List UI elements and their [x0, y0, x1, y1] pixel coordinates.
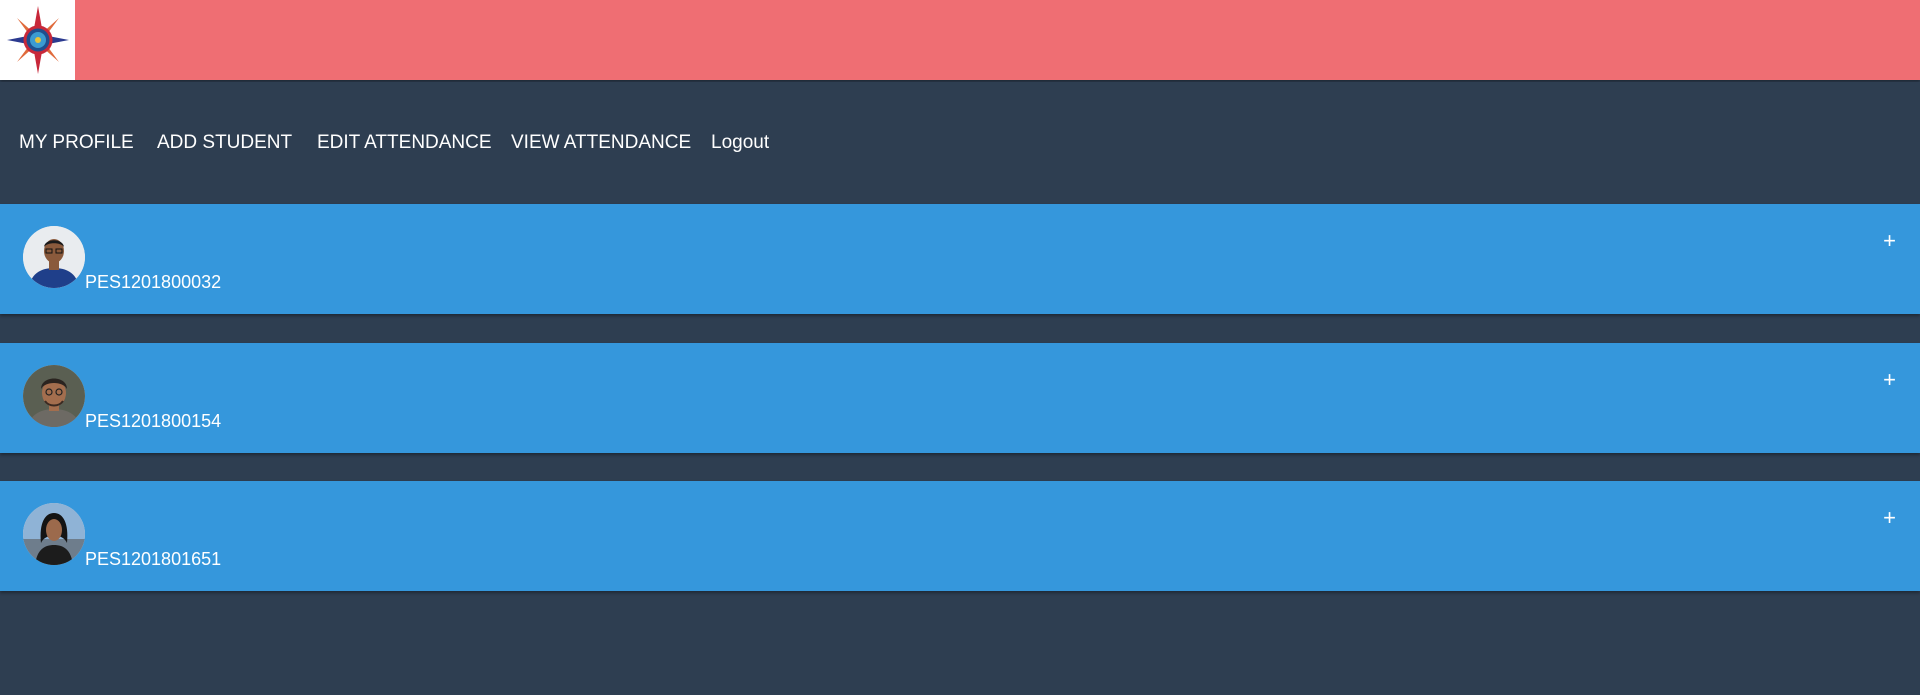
student-card[interactable]: PES1201800032 +	[0, 204, 1920, 314]
student-card[interactable]: PES1201800154 +	[0, 343, 1920, 453]
student-photo	[23, 226, 85, 288]
expand-button[interactable]: +	[1883, 507, 1896, 529]
student-id: PES1201800154	[85, 411, 222, 431]
student-id: PES1201800032	[85, 272, 222, 292]
nav-my-profile[interactable]: MY PROFILE	[19, 132, 134, 154]
main-nav: MY PROFILE ADD STUDENT EDIT ATTENDANCE V…	[0, 82, 1920, 204]
nav-view-attendance[interactable]: VIEW ATTENDANCE	[511, 132, 691, 154]
nav-logout[interactable]: Logout	[711, 132, 769, 154]
student-photo	[23, 365, 85, 427]
avatar	[23, 226, 85, 288]
compass-emblem-icon	[6, 6, 69, 74]
nav-add-student[interactable]: ADD STUDENT	[157, 132, 292, 154]
avatar	[23, 365, 85, 427]
expand-button[interactable]: +	[1883, 230, 1896, 252]
nav-edit-attendance[interactable]: EDIT ATTENDANCE	[317, 132, 492, 154]
student-photo	[23, 503, 85, 565]
student-id: PES1201801651	[85, 549, 222, 569]
expand-button[interactable]: +	[1883, 369, 1896, 391]
top-banner	[0, 0, 1920, 80]
avatar	[23, 503, 85, 565]
logo[interactable]	[0, 0, 75, 80]
student-card[interactable]: PES1201801651 +	[0, 481, 1920, 591]
